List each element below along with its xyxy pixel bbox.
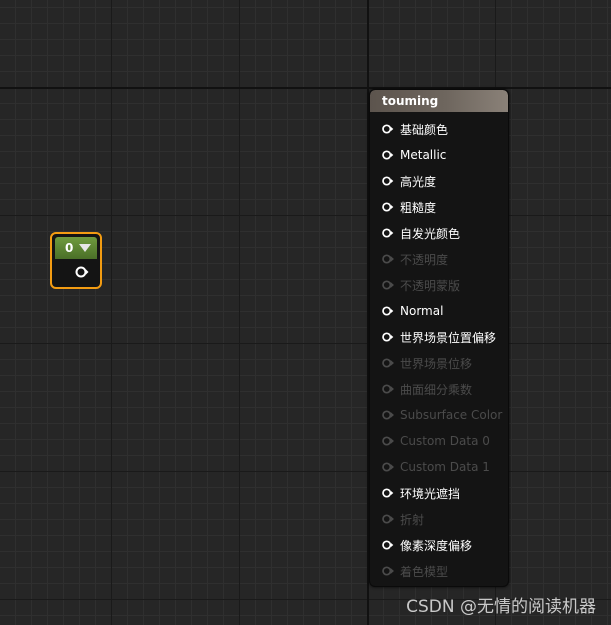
input-pin-icon[interactable]	[382, 149, 394, 161]
pin-label: 自发光颜色	[400, 226, 461, 241]
pin-label: 环境光遮挡	[400, 486, 461, 501]
material-input-pin[interactable]: 世界场景位置偏移	[370, 324, 508, 350]
constant-node-header[interactable]: 0	[55, 237, 97, 259]
input-pin-icon[interactable]	[382, 253, 394, 265]
watermark: CSDN @无情的阅读机器	[406, 597, 596, 617]
input-pin-icon[interactable]	[382, 513, 394, 525]
input-pin-icon[interactable]	[382, 487, 394, 499]
input-pin-icon[interactable]	[382, 383, 394, 395]
material-input-pin[interactable]: Normal	[370, 298, 508, 324]
input-pin-icon[interactable]	[382, 409, 394, 421]
material-input-pin[interactable]: Custom Data 0	[370, 428, 508, 454]
material-result-node[interactable]: touming 基础颜色 Metallic 高光度粗糙度自发光颜色不透明度不透明蒙版…	[369, 89, 509, 587]
constant-node[interactable]: 0	[50, 232, 102, 289]
pin-label: Custom Data 0	[400, 434, 490, 448]
material-input-pin[interactable]: 基础颜色	[370, 116, 508, 142]
input-pin-icon[interactable]	[382, 357, 394, 369]
constant-node-body	[55, 259, 97, 285]
material-input-pin[interactable]: 不透明蒙版	[370, 272, 508, 298]
pin-label: 基础颜色	[400, 122, 449, 137]
input-pin-icon[interactable]	[382, 175, 394, 187]
material-input-pin[interactable]: 环境光遮挡	[370, 480, 508, 506]
pin-label: Subsurface Color	[400, 408, 503, 422]
material-input-pin[interactable]: 自发光颜色	[370, 220, 508, 246]
material-node-title[interactable]: touming	[370, 90, 508, 112]
input-pin-icon[interactable]	[382, 227, 394, 239]
input-pin-icon[interactable]	[382, 461, 394, 473]
input-pin-icon[interactable]	[382, 305, 394, 317]
material-input-pin[interactable]: 粗糙度	[370, 194, 508, 220]
input-pin-icon[interactable]	[382, 539, 394, 551]
pin-label: 不透明度	[400, 252, 449, 267]
material-input-pin[interactable]: 曲面细分乘数	[370, 376, 508, 402]
pin-label: 不透明蒙版	[400, 278, 461, 293]
input-pin-icon[interactable]	[382, 201, 394, 213]
material-input-pins: 基础颜色 Metallic 高光度粗糙度自发光颜色不透明度不透明蒙版 Normal 世界…	[370, 112, 508, 584]
pin-label: 曲面细分乘数	[400, 382, 473, 397]
pin-label: 世界场景位置偏移	[400, 330, 497, 345]
input-pin-icon[interactable]	[382, 279, 394, 291]
pin-label: Normal	[400, 304, 444, 318]
input-pin-icon[interactable]	[382, 435, 394, 447]
material-input-pin[interactable]: 像素深度偏移	[370, 532, 508, 558]
material-input-pin[interactable]: 着色模型	[370, 558, 508, 584]
pin-label: 着色模型	[400, 564, 449, 579]
collapse-arrow-icon[interactable]	[79, 244, 91, 252]
pin-label: 高光度	[400, 174, 437, 189]
output-pin-icon[interactable]	[75, 266, 89, 278]
material-input-pin[interactable]: Metallic	[370, 142, 508, 168]
material-input-pin[interactable]: Subsurface Color	[370, 402, 508, 428]
material-input-pin[interactable]: 折射	[370, 506, 508, 532]
input-pin-icon[interactable]	[382, 565, 394, 577]
graph-canvas[interactable]	[0, 0, 611, 625]
material-input-pin[interactable]: Custom Data 1	[370, 454, 508, 480]
input-pin-icon[interactable]	[382, 331, 394, 343]
pin-label: Metallic	[400, 148, 447, 162]
constant-value: 0	[65, 241, 74, 255]
pin-label: 世界场景位移	[400, 356, 473, 371]
pin-label: Custom Data 1	[400, 460, 490, 474]
material-input-pin[interactable]: 不透明度	[370, 246, 508, 272]
input-pin-icon[interactable]	[382, 123, 394, 135]
material-input-pin[interactable]: 高光度	[370, 168, 508, 194]
pin-label: 折射	[400, 512, 425, 527]
material-input-pin[interactable]: 世界场景位移	[370, 350, 508, 376]
pin-label: 粗糙度	[400, 200, 437, 215]
pin-label: 像素深度偏移	[400, 538, 473, 553]
